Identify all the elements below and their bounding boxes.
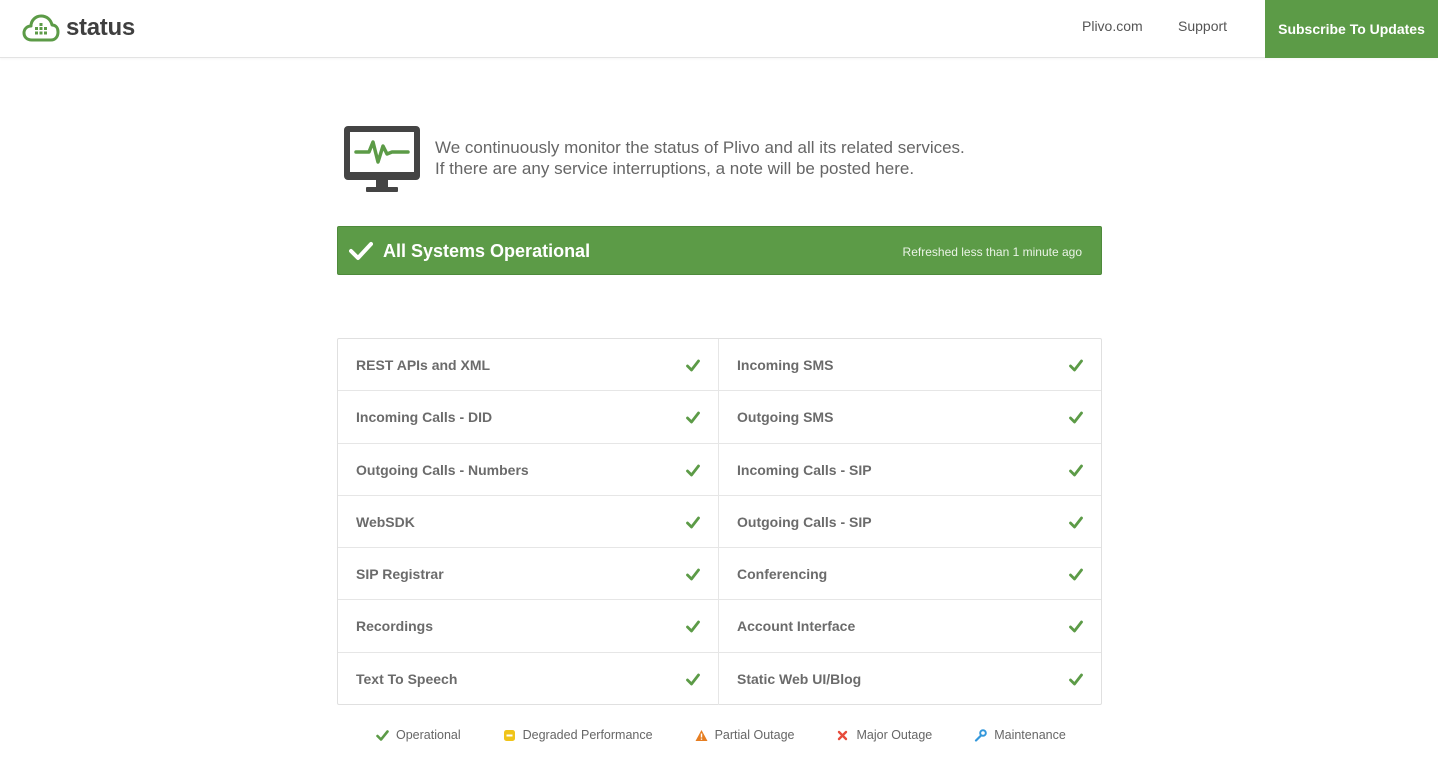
check-icon	[1069, 621, 1083, 633]
component-row: Recordings	[338, 600, 719, 653]
component-name: REST APIs and XML	[356, 357, 491, 373]
status-banner: All Systems Operational Refreshed less t…	[337, 226, 1102, 275]
check-icon	[686, 464, 700, 476]
legend-label: Partial Outage	[714, 728, 795, 742]
component-row: Static Web UI/Blog	[719, 653, 1101, 705]
nav-link-plivo[interactable]: Plivo.com	[1082, 18, 1143, 34]
component-row: Outgoing SMS	[719, 391, 1101, 444]
legend-maintenance: Maintenance	[974, 728, 1066, 742]
component-row: WebSDK	[338, 495, 719, 549]
legend-label: Operational	[396, 728, 461, 742]
warning-icon	[695, 729, 708, 741]
check-icon	[1069, 464, 1083, 476]
component-row: Incoming SMS	[719, 339, 1101, 392]
component-name: Outgoing Calls - SIP	[737, 513, 872, 530]
component-name: Incoming SMS	[737, 357, 834, 373]
status-legend: Operational Degraded Performance Partial…	[376, 726, 1108, 744]
check-icon	[686, 673, 700, 686]
legend-major-outage: Major Outage	[836, 728, 932, 742]
status-title: All Systems Operational	[383, 241, 591, 261]
intro-line-2: If there are any service interruptions, …	[435, 159, 915, 178]
component-name: WebSDK	[356, 513, 415, 530]
check-icon	[1069, 411, 1083, 424]
check-icon	[686, 411, 700, 424]
component-row: Incoming Calls - SIP	[719, 444, 1101, 496]
component-name: Static Web UI/Blog	[737, 670, 862, 687]
minus-square-icon	[503, 729, 515, 741]
cloud-logo-icon	[22, 14, 60, 42]
check-icon	[1069, 516, 1083, 529]
component-name: Conferencing	[737, 566, 828, 583]
component-name: Incoming Calls - DID	[356, 409, 493, 426]
intro-text: We continuously monitor the status of Pl…	[435, 137, 1075, 179]
monitor-icon	[344, 126, 420, 192]
check-icon	[1069, 568, 1083, 581]
subscribe-button[interactable]: Subscribe To Updates	[1265, 0, 1438, 58]
legend-label: Degraded Performance	[522, 728, 653, 742]
component-name: Outgoing Calls - Numbers	[356, 461, 529, 478]
check-icon	[686, 568, 700, 581]
wrench-icon	[975, 728, 988, 742]
components-grid: REST APIs and XML Incoming SMS Incoming …	[337, 338, 1102, 706]
component-name: SIP Registrar	[356, 566, 444, 583]
check-icon	[376, 729, 389, 741]
intro-line-1: We continuously monitor the status of Pl…	[435, 138, 965, 157]
check-icon	[1069, 673, 1083, 686]
component-name: Outgoing SMS	[737, 409, 834, 426]
component-name: Incoming Calls - SIP	[737, 461, 872, 478]
check-icon	[1069, 359, 1083, 372]
component-name: Recordings	[356, 618, 434, 635]
intro-section: We continuously monitor the status of Pl…	[340, 124, 1100, 196]
component-row: REST APIs and XML	[338, 339, 719, 392]
component-row: Conferencing	[719, 548, 1101, 601]
refreshed-timestamp: Refreshed less than 1 minute ago	[902, 245, 1082, 259]
legend-label: Major Outage	[856, 728, 933, 742]
logo-text: status	[66, 14, 135, 41]
check-icon	[686, 621, 700, 633]
component-row: Outgoing Calls - SIP	[719, 496, 1101, 549]
nav-link-support[interactable]: Support	[1178, 18, 1227, 34]
header: status Plivo.com Support Subscribe To Up…	[0, 0, 1438, 58]
component-row: Outgoing Calls - Numbers	[338, 443, 719, 496]
x-icon	[838, 730, 848, 740]
component-row: Text To Speech	[338, 652, 719, 706]
check-icon	[349, 242, 373, 260]
logo[interactable]: status	[22, 12, 135, 44]
legend-label: Maintenance	[994, 728, 1066, 742]
component-name: Text To Speech	[356, 670, 458, 687]
legend-partial-outage: Partial Outage	[695, 728, 795, 742]
legend-operational: Operational	[376, 728, 461, 742]
legend-degraded: Degraded Performance	[503, 728, 653, 742]
component-row: SIP Registrar	[338, 548, 719, 601]
check-icon	[686, 359, 700, 372]
component-row: Account Interface	[719, 600, 1101, 653]
component-name: Account Interface	[737, 618, 856, 635]
check-icon	[686, 516, 700, 529]
component-row: Incoming Calls - DID	[338, 391, 719, 444]
